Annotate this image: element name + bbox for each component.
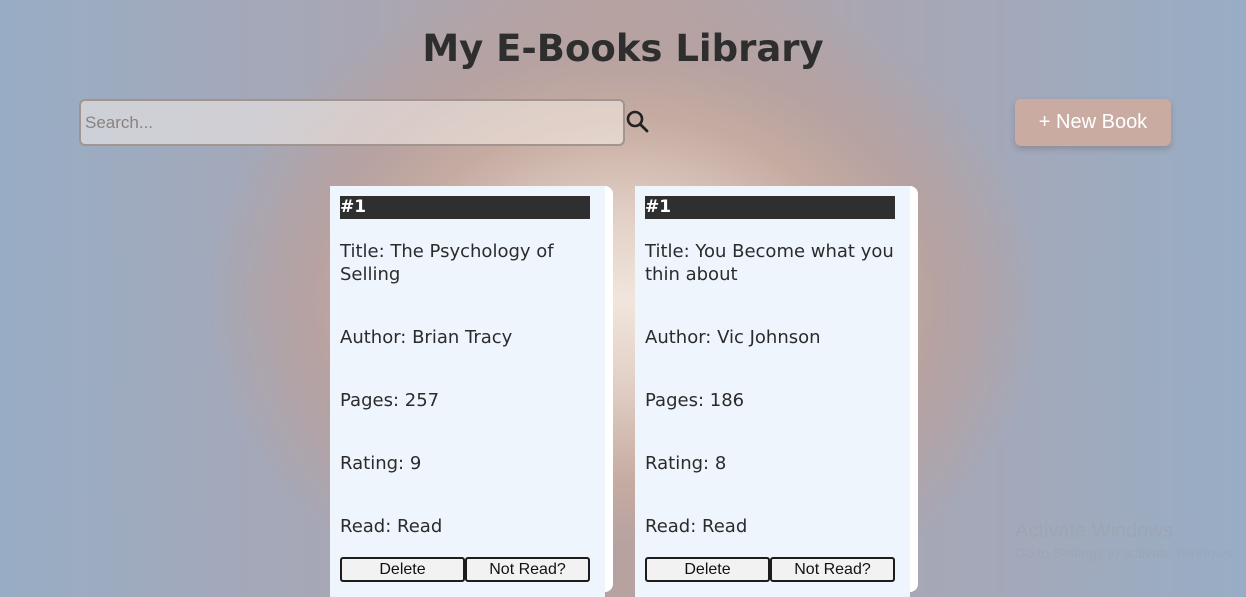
book-read-status: Read: Read: [645, 516, 748, 537]
book-pages: Pages: 186: [645, 390, 745, 411]
book-pages: Pages: 257: [340, 390, 440, 411]
activate-windows-watermark: Activate Windows: [1015, 520, 1173, 542]
page-title: My E-Books Library: [422, 27, 824, 70]
book-rating: Rating: 9: [340, 453, 422, 474]
book-card: #1 Title: You Become what you thin about…: [635, 186, 918, 597]
book-author: Author: Brian Tracy: [340, 327, 513, 348]
book-rating: Rating: 8: [645, 453, 727, 474]
book-read-status: Read: Read: [340, 516, 443, 537]
delete-button[interactable]: Delete: [340, 557, 465, 582]
delete-button[interactable]: Delete: [645, 557, 770, 582]
book-author: Author: Vic Johnson: [645, 327, 821, 348]
activate-windows-subtext: Go to Settings to activate Windows.: [1015, 545, 1236, 561]
book-number: #1: [340, 196, 590, 219]
search-button[interactable]: [625, 108, 651, 136]
search-input[interactable]: [79, 99, 625, 146]
toggle-read-button[interactable]: Not Read?: [465, 557, 590, 582]
card-edge: [910, 186, 918, 592]
book-card: #1 Title: The Psychology of Selling Auth…: [330, 186, 613, 597]
toggle-read-button[interactable]: Not Read?: [770, 557, 895, 582]
book-title: Title: The Psychology of Selling: [340, 241, 554, 285]
search-icon: [626, 110, 649, 133]
book-number: #1: [645, 196, 895, 219]
new-book-button[interactable]: + New Book: [1015, 99, 1171, 146]
book-title: Title: You Become what you thin about: [645, 241, 894, 285]
card-edge: [605, 186, 613, 592]
